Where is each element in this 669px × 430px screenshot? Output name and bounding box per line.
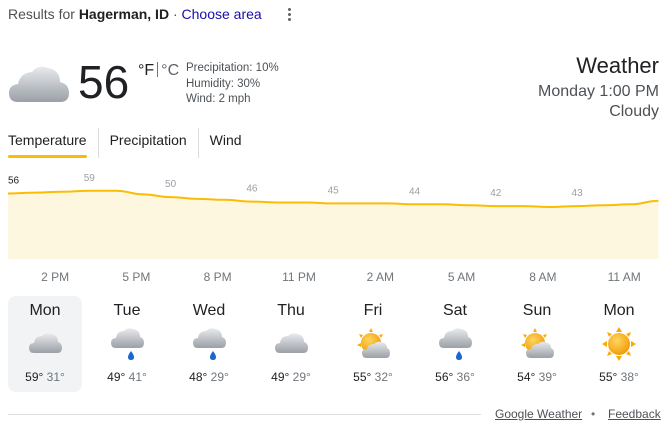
- day-high: 49°: [107, 370, 126, 384]
- day-low: 41°: [128, 370, 147, 384]
- cloudy-icon: [273, 326, 309, 362]
- time-tick-label: 2 AM: [366, 270, 394, 284]
- time-tick-label: 5 PM: [122, 270, 151, 284]
- results-prefix: Results for: [8, 6, 75, 22]
- unit-fahrenheit[interactable]: °F: [138, 62, 154, 79]
- temperature-area: [8, 190, 659, 259]
- google-weather-link[interactable]: Google Weather: [495, 407, 582, 421]
- day-card-5[interactable]: Sat 56° 36°: [418, 296, 492, 392]
- day-high: 55°: [353, 370, 372, 384]
- day-high: 49°: [271, 370, 290, 384]
- day-name: Thu: [277, 302, 305, 319]
- day-high: 56°: [435, 370, 454, 384]
- time-tick-label: 5 AM: [447, 270, 476, 284]
- footer-divider: [8, 414, 481, 415]
- day-low: 36°: [456, 370, 475, 384]
- location-name: Hagerman, ID: [78, 6, 170, 22]
- day-low: 29°: [292, 370, 311, 384]
- weather-datetime: Monday 1:00 PM: [538, 83, 659, 100]
- day-low: 39°: [538, 370, 557, 384]
- weather-condition: Cloudy: [609, 103, 659, 120]
- current-details: Precipitation: 10% Humidity: 30% Wind: 2…: [186, 61, 279, 108]
- time-tick-label: 8 PM: [203, 270, 232, 284]
- time-tick-label: 2 PM: [41, 270, 70, 284]
- day-card-2[interactable]: Wed 48° 29°: [172, 296, 246, 392]
- day-low: 38°: [620, 370, 639, 384]
- data-label: 43: [572, 188, 584, 199]
- time-tick-label: 11 PM: [282, 270, 316, 284]
- unit-celsius[interactable]: °C: [161, 62, 179, 79]
- day-name: Mon: [29, 302, 61, 319]
- day-high: 55°: [599, 370, 618, 384]
- unit-divider: [157, 62, 159, 77]
- tab-temperature[interactable]: Temperature: [8, 128, 98, 158]
- weather-title: Weather: [576, 53, 659, 78]
- data-label: 46: [246, 184, 258, 195]
- precipitation-text: Precipitation: 10%: [186, 62, 279, 74]
- day-card-6[interactable]: Sun 54° 39°: [500, 296, 574, 392]
- data-label: 42: [490, 188, 502, 199]
- header-separator: ·: [172, 6, 178, 22]
- data-label: 44: [409, 186, 421, 197]
- day-card-3[interactable]: Thu 49° 29°: [254, 296, 328, 392]
- metric-tabs: Temperature Precipitation Wind: [8, 128, 253, 158]
- day-low: 31°: [46, 370, 65, 384]
- day-high: 59°: [25, 370, 44, 384]
- data-label: 59: [84, 173, 96, 184]
- data-label: 56: [8, 176, 20, 187]
- day-name: Sun: [522, 302, 552, 319]
- day-high: 54°: [517, 370, 536, 384]
- wind-text: Wind: 2 mph: [186, 93, 251, 105]
- current-temperature: 56: [78, 56, 130, 108]
- feedback-link[interactable]: Feedback: [608, 407, 661, 421]
- choose-area-link[interactable]: Choose area: [182, 6, 262, 22]
- day-name: Sat: [442, 302, 467, 319]
- partly-cloudy-icon: [519, 326, 555, 362]
- data-label: 50: [165, 179, 177, 190]
- day-card-4[interactable]: Fri 55° 32°: [336, 296, 410, 392]
- results-header: Results for Hagerman, ID · Choose area: [8, 6, 262, 22]
- time-tick-label: 11 AM: [607, 270, 641, 284]
- day-name: Tue: [113, 302, 141, 319]
- data-label: 45: [328, 185, 340, 196]
- sunny-icon: [601, 326, 637, 362]
- day-low: 29°: [210, 370, 229, 384]
- humidity-text: Humidity: 30%: [186, 77, 261, 90]
- temperature-chart: 56 59 50 46 45 44 42 43: [7, 173, 659, 259]
- tab-precipitation[interactable]: Precipitation: [97, 128, 198, 158]
- day-high: 48°: [189, 370, 208, 384]
- day-low: 32°: [374, 370, 393, 384]
- time-tick-label: 8 AM: [529, 270, 557, 284]
- cloudy-icon: [27, 326, 63, 362]
- partly-cloudy-icon: [355, 326, 391, 362]
- showers-icon: [191, 326, 227, 362]
- more-vert-icon[interactable]: [282, 4, 296, 24]
- showers-icon: [437, 326, 473, 362]
- tab-wind[interactable]: Wind: [197, 128, 253, 158]
- day-card-7[interactable]: Mon 55° 38°: [582, 296, 656, 392]
- weather-summary: Monday 1:00 PM Cloudy: [538, 82, 659, 122]
- cloudy-icon: [9, 66, 69, 102]
- day-card-0[interactable]: Mon 59° 31°: [8, 296, 82, 392]
- footer-separator: •: [591, 407, 596, 421]
- day-name: Wed: [192, 302, 226, 319]
- day-card-1[interactable]: Tue 49° 41°: [90, 296, 164, 392]
- showers-icon: [109, 326, 145, 362]
- day-name: Fri: [363, 302, 383, 319]
- unit-toggle: °F °C: [138, 62, 179, 80]
- day-name: Mon: [603, 302, 635, 319]
